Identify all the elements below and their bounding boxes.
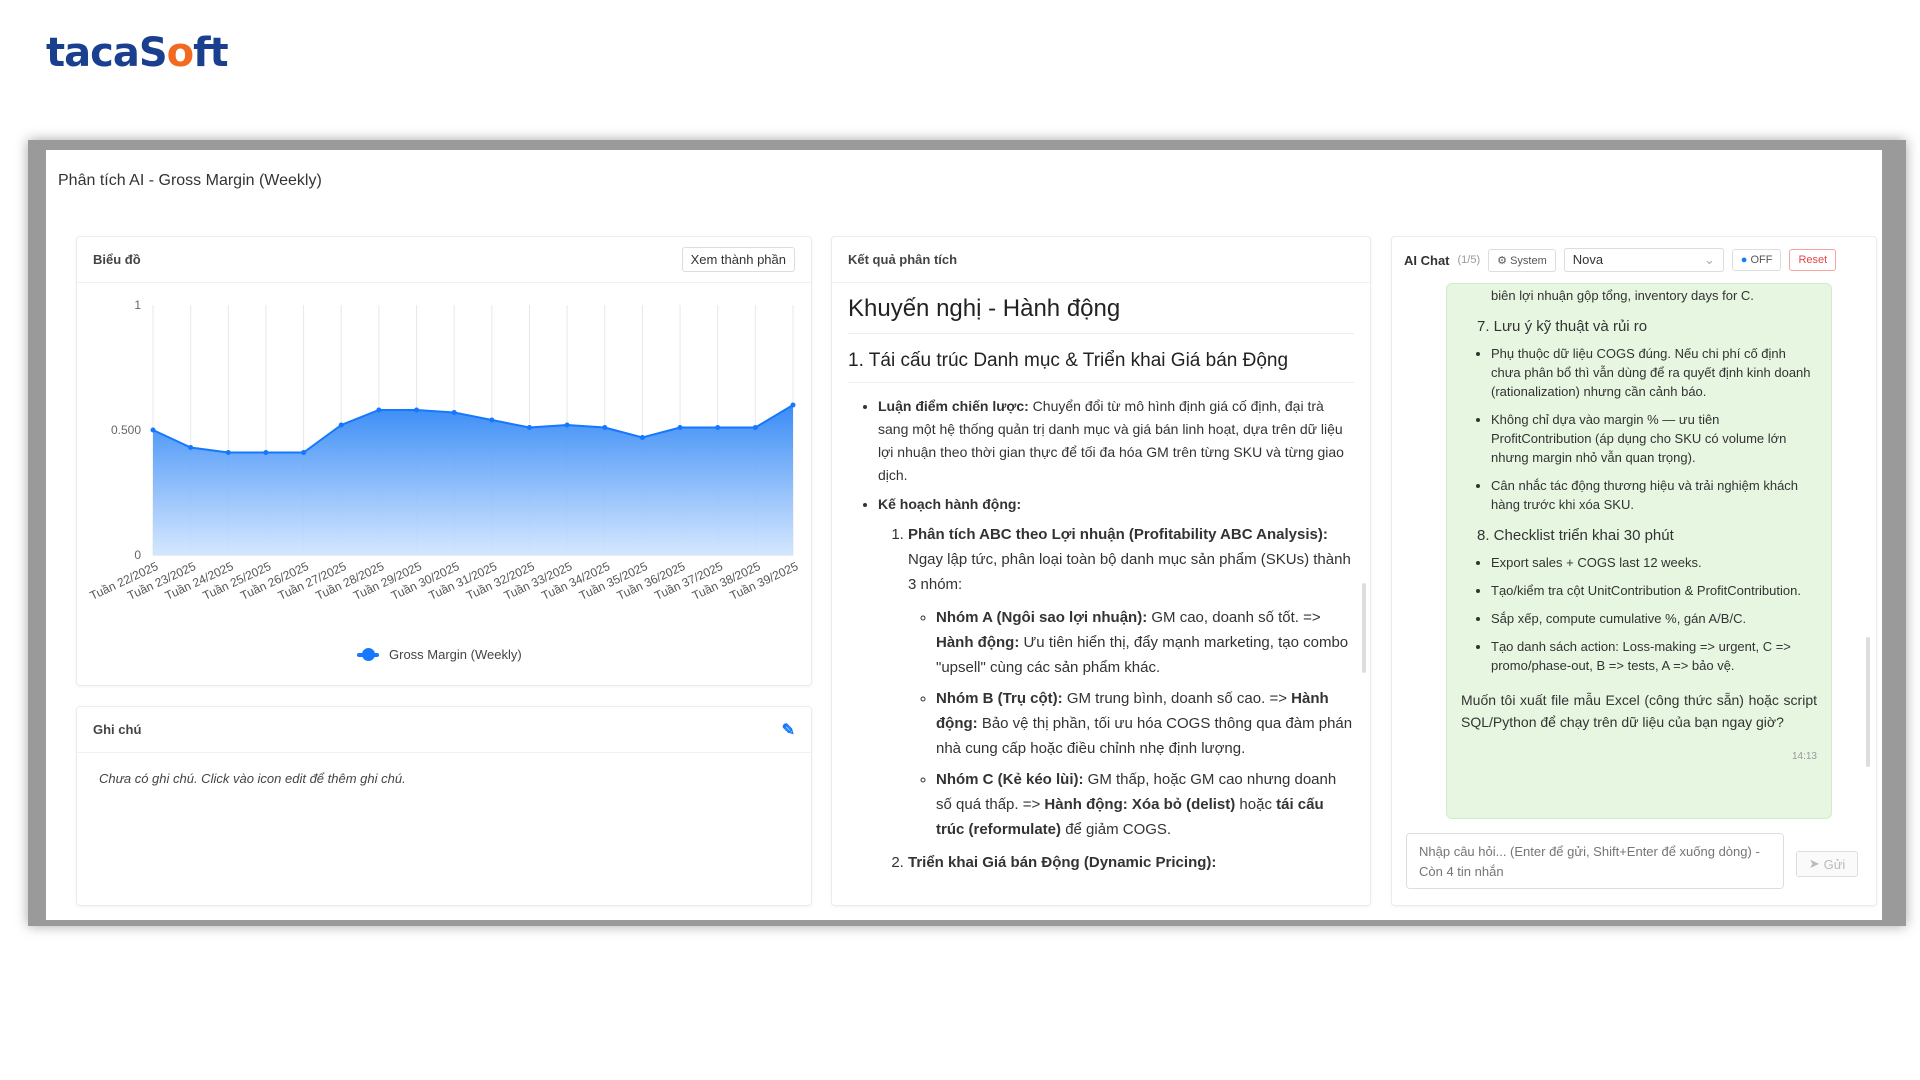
brand-logo: tacaSoft bbox=[46, 30, 229, 76]
chat-title: AI Chat bbox=[1404, 252, 1450, 268]
list-item: Không chỉ dựa vào margin % — ưu tiên Pro… bbox=[1491, 410, 1817, 467]
chat-count: (1/5) bbox=[1457, 254, 1481, 266]
notes-empty-text: Chưa có ghi chú. Click vào icon edit để … bbox=[99, 771, 406, 786]
result-panel-title: Kết quả phân tích bbox=[848, 252, 958, 267]
edit-icon[interactable]: ✎ bbox=[782, 720, 795, 740]
data-point[interactable] bbox=[564, 422, 570, 428]
data-point[interactable] bbox=[188, 445, 194, 450]
data-point[interactable] bbox=[790, 402, 796, 408]
result-section-title: 1. Tái cấu trúc Danh mục & Triển khai Gi… bbox=[848, 350, 1354, 383]
list-item: Phân tích ABC theo Lợi nhuận (Profitabil… bbox=[908, 522, 1354, 842]
list-item: Tạo danh sách action: Loss-making => urg… bbox=[1491, 637, 1817, 675]
legend-marker bbox=[357, 647, 379, 661]
result-heading: Khuyến nghị - Hành động bbox=[848, 289, 1354, 334]
chat-scrollbar[interactable] bbox=[1866, 637, 1870, 767]
list-item: Nhóm A (Ngôi sao lợi nhuận): GM cao, doa… bbox=[936, 605, 1354, 680]
data-point[interactable] bbox=[639, 435, 645, 440]
result-panel: Kết quả phân tích Khuyến nghị - Hành độn… bbox=[831, 236, 1371, 906]
chart-panel-header: Biểu đồ Xem thành phần bbox=[77, 237, 811, 283]
send-button[interactable]: ➤ Gửi bbox=[1796, 851, 1858, 877]
y-tick-label: 0.500 bbox=[111, 423, 141, 437]
chat-input[interactable] bbox=[1406, 833, 1784, 889]
message-section-7: 7. Lưu ý kỹ thuật và rủi ro bbox=[1477, 318, 1648, 335]
message-section-8: 8. Checklist triển khai 30 phút bbox=[1477, 527, 1674, 544]
data-point[interactable] bbox=[677, 425, 683, 430]
list-item: Tạo/kiểm tra cột UnitContribution & Prof… bbox=[1491, 581, 1817, 600]
reset-button[interactable]: Reset bbox=[1789, 249, 1837, 271]
data-point[interactable] bbox=[263, 450, 269, 455]
chart-panel-title: Biểu đồ bbox=[93, 252, 141, 267]
data-point[interactable] bbox=[752, 425, 758, 430]
list-item: Export sales + COGS last 12 weeks. bbox=[1491, 553, 1817, 572]
data-point[interactable] bbox=[451, 410, 457, 415]
message-list: Phụ thuộc dữ liệu COGS đúng. Nếu chi phí… bbox=[1491, 344, 1817, 514]
list-item: Triển khai Giá bán Động (Dynamic Pricing… bbox=[908, 850, 1354, 875]
data-point[interactable] bbox=[376, 407, 382, 413]
chart-panel: Biểu đồ Xem thành phần 0 0.500 1 Tuần 22/2… bbox=[76, 236, 812, 686]
data-point[interactable] bbox=[489, 417, 495, 423]
system-button[interactable]: ⚙ System bbox=[1488, 248, 1556, 272]
toggle-button[interactable]: ● OFF bbox=[1731, 249, 1782, 271]
message-closing: Muốn tôi xuất file mẫu Excel (công thức … bbox=[1461, 692, 1817, 730]
message-line: biên lợi nhuận gộp tổng, inventory days … bbox=[1491, 288, 1754, 303]
message-list: Export sales + COGS last 12 weeks. Tạo/k… bbox=[1491, 553, 1817, 675]
data-point[interactable] bbox=[414, 407, 420, 413]
list-item: Nhóm C (Kẻ kéo lùi): GM thấp, hoặc GM ca… bbox=[936, 767, 1354, 842]
notes-panel-title: Ghi chú bbox=[93, 722, 142, 737]
list-item: Kế hoạch hành động: Phân tích ABC theo L… bbox=[878, 493, 1354, 875]
result-scrollbar[interactable] bbox=[1362, 583, 1366, 673]
data-point[interactable] bbox=[338, 422, 344, 428]
data-point[interactable] bbox=[602, 425, 608, 430]
y-tick-label: 0 bbox=[134, 548, 141, 562]
ai-message-bubble: biên lợi nhuận gộp tổng, inventory days … bbox=[1446, 283, 1832, 819]
action-plan-list: Phân tích ABC theo Lợi nhuận (Profitabil… bbox=[908, 522, 1354, 875]
message-timestamp: 14:13 bbox=[1791, 751, 1817, 762]
notes-panel-header: Ghi chú ✎ bbox=[77, 707, 811, 753]
chart-legend[interactable]: Gross Margin (Weekly) bbox=[357, 647, 522, 662]
send-icon: ➤ bbox=[1808, 856, 1820, 871]
list-item: Nhóm B (Trụ cột): GM trung bình, doanh s… bbox=[936, 686, 1354, 761]
data-point[interactable] bbox=[225, 450, 231, 455]
model-select[interactable]: Nova ⌄ bbox=[1563, 248, 1724, 272]
y-tick-label: 1 bbox=[134, 298, 141, 312]
analysis-window: Phân tích AI - Gross Margin (Weekly) Biể… bbox=[46, 150, 1882, 920]
list-item: Luận điểm chiến lược: Chuyển đổi từ mô h… bbox=[878, 395, 1354, 487]
data-point[interactable] bbox=[526, 425, 532, 430]
list-item: Cân nhắc tác động thương hiệu và trải ng… bbox=[1491, 476, 1817, 514]
list-item: Phụ thuộc dữ liệu COGS đúng. Nếu chi phí… bbox=[1491, 344, 1817, 401]
gross-margin-chart: 00.5001 Tuần 22/2025Tuần 23/2025Tuần 24/… bbox=[88, 298, 801, 603]
data-point[interactable] bbox=[301, 450, 307, 455]
data-point[interactable] bbox=[715, 425, 721, 430]
result-panel-header: Kết quả phân tích bbox=[832, 237, 1370, 283]
status-dot-icon: ● bbox=[1740, 254, 1748, 266]
result-content[interactable]: Khuyến nghị - Hành động 1. Tái cấu trúc … bbox=[832, 283, 1370, 903]
result-list: Luận điểm chiến lược: Chuyển đổi từ mô h… bbox=[878, 395, 1354, 875]
data-point[interactable] bbox=[150, 427, 156, 433]
group-list: Nhóm A (Ngôi sao lợi nhuận): GM cao, doa… bbox=[936, 605, 1354, 842]
window-title: Phân tích AI - Gross Margin (Weekly) bbox=[58, 172, 322, 189]
chat-panel: AI Chat (1/5) ⚙ System Nova ⌄ ● OFF Reset… bbox=[1391, 236, 1877, 906]
view-components-button[interactable]: Xem thành phần bbox=[681, 247, 795, 272]
chevron-down-icon: ⌄ bbox=[1703, 252, 1715, 267]
chat-header: AI Chat (1/5) ⚙ System Nova ⌄ ● OFF Reset bbox=[1392, 237, 1876, 283]
gear-icon: ⚙ bbox=[1497, 254, 1507, 267]
legend-label: Gross Margin (Weekly) bbox=[389, 647, 522, 662]
list-item: Sắp xếp, compute cumulative %, gán A/B/C… bbox=[1491, 609, 1817, 628]
notes-panel: Ghi chú ✎ Chưa có ghi chú. Click vào ico… bbox=[76, 706, 812, 906]
